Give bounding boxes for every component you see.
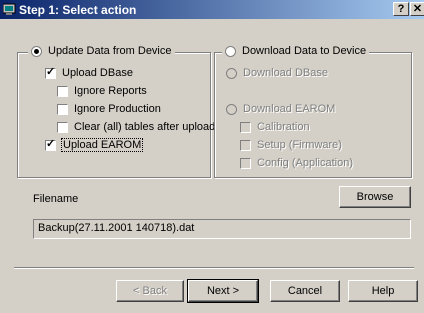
help-button[interactable]: Help xyxy=(348,280,418,302)
close-button[interactable]: ✕ xyxy=(410,2,424,16)
ignore-reports-label: Ignore Reports xyxy=(74,85,147,97)
ignore-reports-row[interactable]: Ignore Reports xyxy=(57,84,147,98)
download-radio-label: Download Data to Device xyxy=(242,45,367,57)
clear-tables-checkbox[interactable] xyxy=(57,121,68,133)
config-application-label: Config (Application) xyxy=(257,157,353,169)
upload-earom-row[interactable]: ✓ Upload EAROM xyxy=(45,138,144,152)
close-icon: ✕ xyxy=(412,3,423,15)
download-radio[interactable] xyxy=(225,45,236,57)
config-application-row[interactable]: Config (Application) xyxy=(240,156,353,170)
upload-dbase-label: Upload DBase xyxy=(62,67,133,79)
back-button-label: < Back xyxy=(133,285,167,297)
ignore-reports-checkbox[interactable] xyxy=(57,85,68,97)
ignore-production-label: Ignore Production xyxy=(74,103,161,115)
calibration-row[interactable]: Calibration xyxy=(240,120,310,134)
bottom-separator xyxy=(14,267,414,269)
download-radio-row[interactable]: Download Data to Device xyxy=(222,45,370,57)
next-button-label: Next > xyxy=(206,285,240,297)
app-icon xyxy=(3,3,16,15)
ignore-production-row[interactable]: Ignore Production xyxy=(57,102,161,116)
upload-earom-label: Upload EAROM xyxy=(60,138,144,152)
back-button[interactable]: < Back xyxy=(116,280,184,302)
cancel-button-label: Cancel xyxy=(287,285,323,297)
help-button-label: Help xyxy=(371,285,395,297)
download-earom-radio[interactable] xyxy=(226,103,237,115)
setup-firmware-label: Setup (Firmware) xyxy=(257,139,342,151)
cancel-button[interactable]: Cancel xyxy=(270,280,340,302)
download-dbase-radio[interactable] xyxy=(226,67,237,79)
config-application-checkbox[interactable] xyxy=(240,157,251,169)
download-dbase-row[interactable]: Download DBase xyxy=(226,66,328,80)
calibration-checkbox[interactable] xyxy=(240,121,251,133)
upload-radio-label: Update Data from Device xyxy=(48,45,172,57)
browse-button[interactable]: Browse xyxy=(339,186,411,208)
download-earom-row[interactable]: Download EAROM xyxy=(226,102,335,116)
window-title: Step 1: Select action xyxy=(19,3,137,17)
title-bar[interactable]: Step 1: Select action ? ✕ xyxy=(0,0,424,19)
download-earom-label: Download EAROM xyxy=(243,103,336,115)
browse-button-label: Browse xyxy=(356,191,394,203)
setup-firmware-row[interactable]: Setup (Firmware) xyxy=(240,138,342,152)
ignore-production-checkbox[interactable] xyxy=(57,103,68,115)
clear-tables-row[interactable]: Clear (all) tables after upload xyxy=(57,120,215,134)
upload-dbase-row[interactable]: ✓ Upload DBase xyxy=(45,66,133,80)
upload-radio[interactable] xyxy=(31,45,42,57)
setup-firmware-checkbox[interactable] xyxy=(240,139,251,151)
help-title-button[interactable]: ? xyxy=(393,2,409,16)
upload-radio-row[interactable]: Update Data from Device xyxy=(28,45,175,57)
upload-dbase-checkbox[interactable]: ✓ xyxy=(45,66,56,79)
clear-tables-label: Clear (all) tables after upload xyxy=(74,121,216,133)
upload-earom-checkbox[interactable]: ✓ xyxy=(45,138,56,151)
calibration-label: Calibration xyxy=(257,121,310,133)
filename-label: Filename xyxy=(33,193,79,205)
next-button[interactable]: Next > xyxy=(187,279,259,303)
download-dbase-label: Download DBase xyxy=(243,67,328,79)
filename-field[interactable]: Backup(27.11.2001 140718).dat xyxy=(33,219,411,239)
